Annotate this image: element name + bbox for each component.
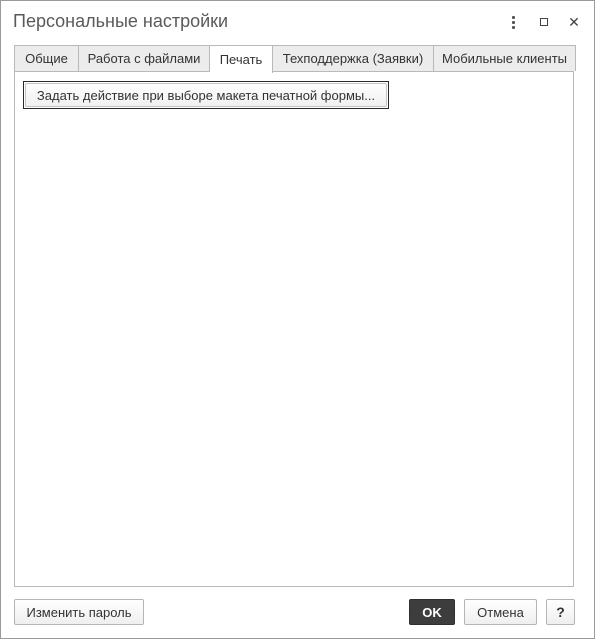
- tab-general[interactable]: Общие: [14, 45, 79, 71]
- help-button[interactable]: ?: [546, 599, 575, 625]
- tab-label: Техподдержка (Заявки): [282, 51, 424, 66]
- tab-label: Общие: [25, 51, 68, 66]
- change-password-button[interactable]: Изменить пароль: [14, 599, 144, 625]
- personal-settings-window: Персональные настройки ✕ Общие Работа с …: [0, 0, 595, 639]
- maximize-icon: [540, 18, 548, 26]
- print-tab-panel: Задать действие при выборе макета печатн…: [14, 71, 574, 587]
- tab-support-requests[interactable]: Техподдержка (Заявки): [273, 45, 434, 71]
- more-actions-button[interactable]: [503, 12, 523, 32]
- tab-print[interactable]: Печать: [210, 45, 273, 73]
- tab-label: Печать: [219, 52, 263, 67]
- ok-button[interactable]: OK: [409, 599, 455, 625]
- vertical-dots-icon: [511, 15, 515, 29]
- title-bar: Персональные настройки ✕: [1, 1, 594, 43]
- tab-mobile-clients[interactable]: Мобильные клиенты: [434, 45, 576, 71]
- settings-tabs: Общие Работа с файлами Печать Техподдерж…: [14, 45, 576, 73]
- cancel-button[interactable]: Отмена: [464, 599, 537, 625]
- tab-label: Работа с файлами: [87, 51, 201, 66]
- window-title: Персональные настройки: [13, 11, 229, 31]
- action-button-focus-frame: Задать действие при выборе макета печатн…: [23, 81, 389, 109]
- maximize-button[interactable]: [534, 12, 554, 32]
- tab-label: Мобильные клиенты: [441, 51, 568, 66]
- tab-files[interactable]: Работа с файлами: [79, 45, 210, 71]
- close-icon: ✕: [568, 13, 580, 30]
- close-button[interactable]: ✕: [564, 12, 584, 32]
- set-print-layout-action-button[interactable]: Задать действие при выборе макета печатн…: [25, 83, 387, 107]
